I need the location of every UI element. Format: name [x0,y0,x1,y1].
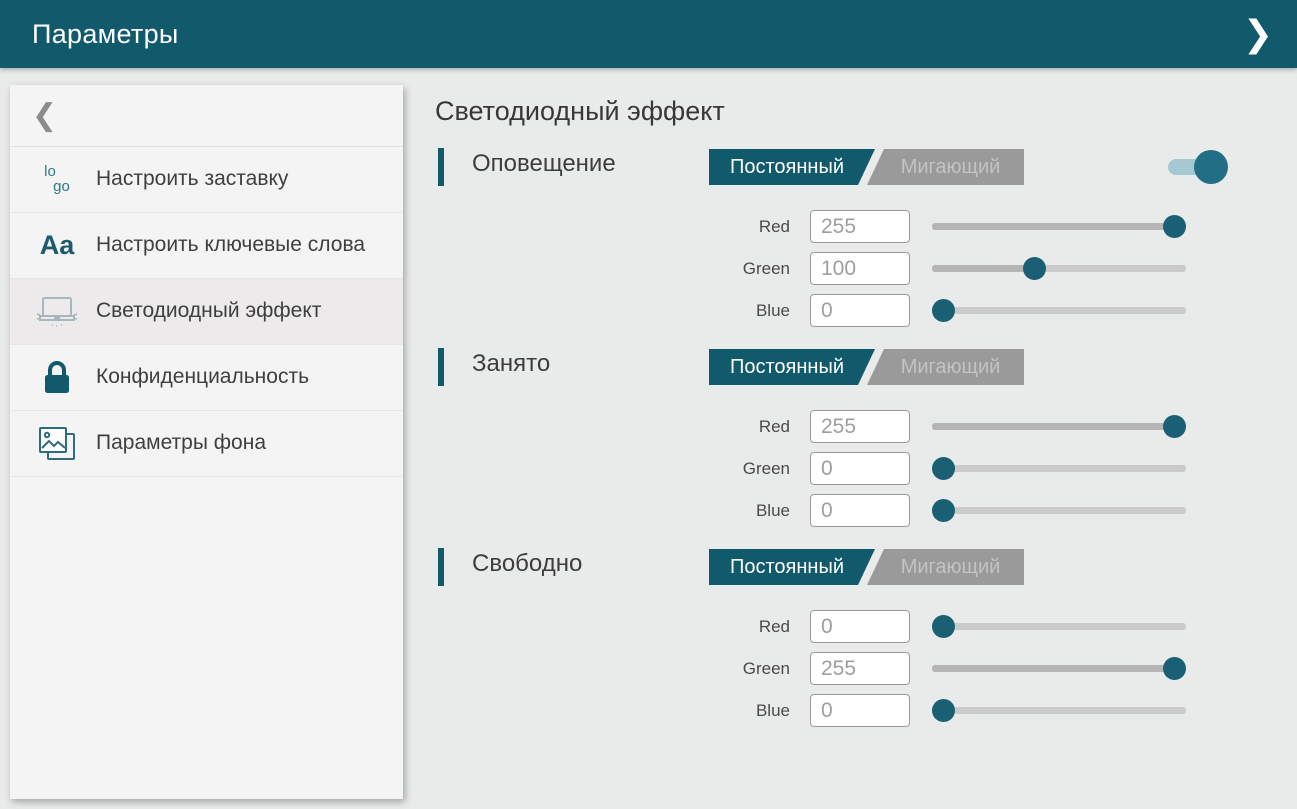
blue-row: Blue [435,494,1297,527]
green-value-input[interactable] [810,252,910,285]
collapse-panel-icon[interactable]: ❯ [1243,16,1273,52]
section-accent-bar [438,148,444,186]
red-label: Red [435,417,790,437]
green-label: Green [435,659,790,679]
green-row: Green [435,252,1297,285]
slider-knob[interactable] [1163,215,1186,238]
green-slider[interactable] [932,652,1186,685]
red-slider[interactable] [932,410,1186,443]
toggle-knob[interactable] [1194,150,1228,184]
section-notification: Оповещение Постоянный Мигающий Red Green [435,148,1297,327]
blue-row: Blue [435,294,1297,327]
section-title: Оповещение [472,150,616,178]
section-title: Занято [472,350,550,378]
sidebar-item-label: Параметры фона [96,420,266,466]
page-title: Параметры [32,19,179,50]
monitor-icon [34,294,80,330]
green-label: Green [435,459,790,479]
lock-icon [34,360,80,396]
tab-constant[interactable]: Постоянный [709,549,875,585]
red-value-input[interactable] [810,410,910,443]
logo-icon: lo go [34,165,80,194]
red-slider[interactable] [932,610,1186,643]
sidebar-item-label: Конфиденциальность [96,354,309,400]
tab-blinking[interactable]: Мигающий [867,549,1024,585]
green-label: Green [435,259,790,279]
green-row: Green [435,652,1297,685]
panel-title: Светодиодный эффект [435,96,1297,127]
section-accent-bar [438,348,444,386]
red-value-input[interactable] [810,210,910,243]
blue-label: Blue [435,701,790,721]
section-accent-bar [438,548,444,586]
green-slider[interactable] [932,452,1186,485]
blue-value-input[interactable] [810,494,910,527]
mode-tabs: Постоянный Мигающий [709,349,1024,385]
blue-slider[interactable] [932,494,1186,527]
section-busy: Занято Постоянный Мигающий Red Green [435,348,1297,527]
green-row: Green [435,452,1297,485]
blue-label: Blue [435,501,790,521]
red-slider[interactable] [932,210,1186,243]
tab-constant[interactable]: Постоянный [709,149,875,185]
slider-knob[interactable] [932,299,955,322]
slider-knob[interactable] [932,499,955,522]
app-header: Параметры ❯ [0,0,1297,68]
sidebar-item-background[interactable]: Параметры фона [10,411,403,477]
section-title: Свободно [472,550,582,578]
green-value-input[interactable] [810,652,910,685]
slider-knob[interactable] [1163,657,1186,680]
sidebar-item-keywords[interactable]: Aa Настроить ключевые слова [10,213,403,279]
green-value-input[interactable] [810,452,910,485]
tab-blinking[interactable]: Мигающий [867,349,1024,385]
images-icon [34,425,80,463]
slider-knob[interactable] [1023,257,1046,280]
blue-slider[interactable] [932,294,1186,327]
blue-slider[interactable] [932,694,1186,727]
sidebar-item-label: Настроить ключевые слова [96,222,365,268]
red-label: Red [435,617,790,637]
tab-constant[interactable]: Постоянный [709,349,875,385]
red-row: Red [435,410,1297,443]
tab-blinking[interactable]: Мигающий [867,149,1024,185]
led-effect-panel: Светодиодный эффект Оповещение Постоянны… [435,96,1297,736]
red-label: Red [435,217,790,237]
slider-knob[interactable] [1163,415,1186,438]
red-row: Red [435,610,1297,643]
sidebar-back-row[interactable]: ❮ [10,85,403,147]
sidebar-item-label: Светодиодный эффект [96,288,321,334]
settings-sidebar: ❮ lo go Настроить заставку Aa Настроить … [10,85,403,799]
green-slider[interactable] [932,252,1186,285]
red-row: Red [435,210,1297,243]
section-free: Свободно Постоянный Мигающий Red Green [435,548,1297,727]
red-value-input[interactable] [810,610,910,643]
slider-knob[interactable] [932,615,955,638]
blue-value-input[interactable] [810,694,910,727]
mode-tabs: Постоянный Мигающий [709,149,1024,185]
sidebar-item-splash-screen[interactable]: lo go Настроить заставку [10,147,403,213]
section-enable-toggle[interactable] [1168,150,1228,184]
slider-knob[interactable] [932,699,955,722]
text-Aa-icon: Aa [34,230,80,261]
mode-tabs: Постоянный Мигающий [709,549,1024,585]
slider-knob[interactable] [932,457,955,480]
back-chevron-icon[interactable]: ❮ [32,101,57,131]
sidebar-item-led-effect[interactable]: Светодиодный эффект [10,279,403,345]
sidebar-item-privacy[interactable]: Конфиденциальность [10,345,403,411]
blue-value-input[interactable] [810,294,910,327]
blue-label: Blue [435,301,790,321]
blue-row: Blue [435,694,1297,727]
sidebar-item-label: Настроить заставку [96,156,288,202]
